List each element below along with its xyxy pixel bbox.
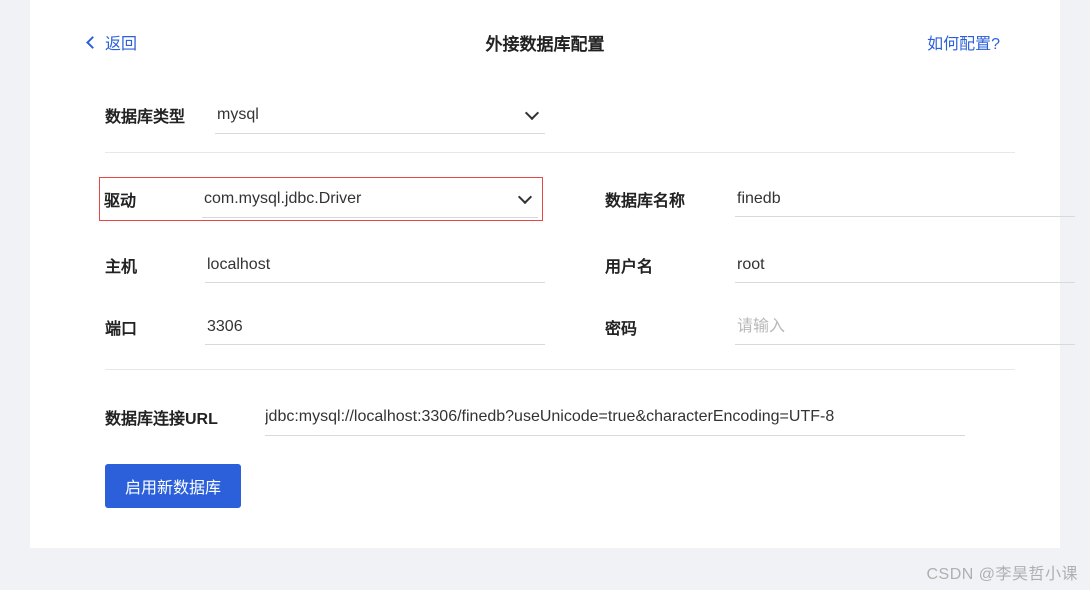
url-input[interactable] [265, 398, 965, 436]
db-type-label: 数据库类型 [105, 103, 215, 127]
username-label: 用户名 [605, 253, 735, 277]
port-row: 端口 [105, 309, 545, 345]
port-input[interactable] [205, 309, 545, 345]
password-label: 密码 [605, 315, 735, 339]
url-row: 数据库连接URL [105, 398, 1030, 436]
url-label: 数据库连接URL [105, 405, 265, 429]
driver-value: com.mysql.jdbc.Driver [202, 190, 520, 208]
username-row: 用户名 [605, 247, 1075, 283]
password-input[interactable] [735, 309, 1075, 345]
db-name-label: 数据库名称 [605, 187, 735, 211]
divider [105, 152, 1015, 153]
port-label: 端口 [105, 315, 205, 339]
driver-select[interactable]: com.mysql.jdbc.Driver [202, 180, 538, 218]
back-label: 返回 [105, 30, 137, 54]
chevron-left-icon [86, 36, 99, 49]
username-input[interactable] [735, 247, 1075, 283]
header: 返回 外接数据库配置 如何配置? [30, 30, 1060, 74]
back-link[interactable]: 返回 [88, 30, 137, 54]
driver-label: 驱动 [104, 187, 202, 211]
db-type-select[interactable]: mysql [215, 96, 545, 134]
page-title: 外接数据库配置 [486, 30, 605, 55]
form-grid: 驱动 com.mysql.jdbc.Driver 数据库名称 主机 用户名 端口 [105, 177, 1030, 345]
host-row: 主机 [105, 247, 545, 283]
db-type-value: mysql [215, 106, 527, 124]
config-panel: 返回 外接数据库配置 如何配置? 数据库类型 mysql 驱动 com.mysq… [30, 0, 1060, 548]
password-row: 密码 [605, 309, 1075, 345]
driver-row-highlighted: 驱动 com.mysql.jdbc.Driver [99, 177, 543, 221]
content: 数据库类型 mysql 驱动 com.mysql.jdbc.Driver 数据库… [30, 96, 1060, 508]
chevron-down-icon [525, 105, 539, 119]
divider [105, 369, 1015, 370]
watermark: CSDN @李昊哲小课 [926, 560, 1078, 584]
host-label: 主机 [105, 253, 205, 277]
db-name-row: 数据库名称 [605, 177, 1075, 221]
help-link[interactable]: 如何配置? [927, 30, 1000, 54]
db-name-input[interactable] [735, 181, 1075, 217]
enable-db-button[interactable]: 启用新数据库 [105, 464, 241, 508]
chevron-down-icon [518, 189, 532, 203]
host-input[interactable] [205, 247, 545, 283]
db-type-row: 数据库类型 mysql [105, 96, 1030, 134]
